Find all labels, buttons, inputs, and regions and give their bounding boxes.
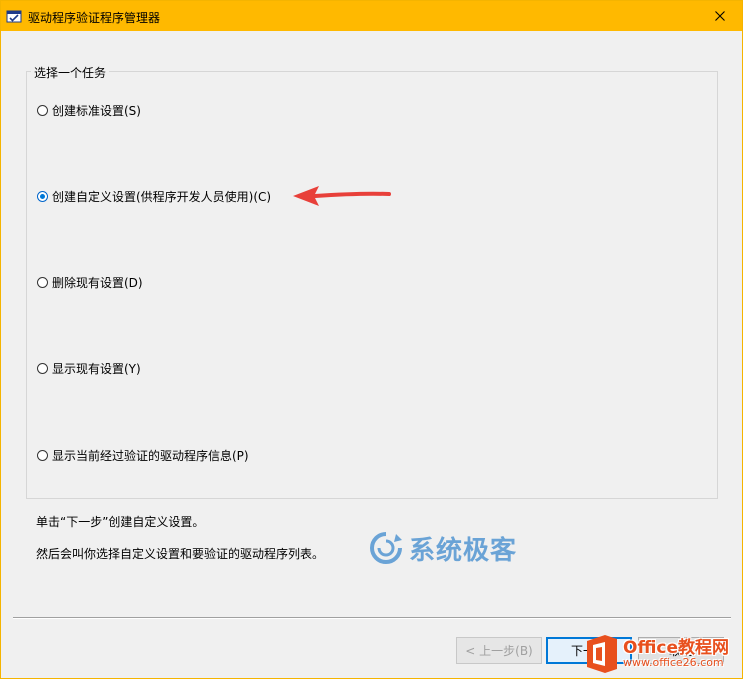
app-icon [6, 10, 22, 23]
close-button[interactable] [697, 1, 742, 31]
title-bar[interactable]: 驱动程序验证程序管理器 [1, 1, 742, 31]
watermark-office: Office教程网 www.office26.com [581, 631, 741, 677]
option-display-driver-info[interactable]: 显示当前经过验证的驱动程序信息(P) [37, 447, 249, 463]
swirl-logo-icon [370, 532, 402, 564]
option-custom-settings[interactable]: 创建自定义设置(供程序开发人员使用)(C) [37, 188, 271, 204]
driver-verifier-window: 驱动程序验证程序管理器 选择一个任务 创建标准设置(S) 创建自定义设置(供程序… [0, 0, 743, 679]
option-label: 删除现有设置(D) [52, 275, 143, 290]
watermark-system: 系统极客 [369, 529, 517, 567]
watermark-office-title: Office教程网 [623, 638, 730, 658]
radio-delete[interactable] [37, 276, 48, 288]
window-title: 驱动程序验证程序管理器 [28, 11, 161, 25]
radio-display[interactable] [37, 362, 48, 374]
option-standard-settings[interactable]: 创建标准设置(S) [37, 102, 141, 118]
office-logo-icon [587, 635, 617, 673]
option-label: 显示当前经过验证的驱动程序信息(P) [52, 448, 249, 463]
close-icon [714, 11, 725, 21]
option-label: 创建标准设置(S) [52, 103, 141, 118]
info-line-2: 然后会叫你选择自定义设置和要验证的驱动程序列表。 [36, 547, 325, 561]
option-label: 创建自定义设置(供程序开发人员使用)(C) [52, 189, 272, 204]
back-button[interactable]: < 上一步(B) [456, 637, 542, 664]
info-line-1: 单击“下一步”创建自定义设置。 [36, 515, 205, 529]
watermark-office-url: www.office26.com [623, 656, 724, 669]
option-display-settings[interactable]: 显示现有设置(Y) [37, 360, 141, 376]
radio-custom[interactable] [37, 190, 48, 202]
red-arrow-icon [293, 186, 391, 206]
watermark-system-text: 系统极客 [409, 535, 518, 566]
radio-driver-info[interactable] [37, 449, 48, 461]
option-label: 显示现有设置(Y) [52, 361, 141, 376]
radio-standard[interactable] [37, 104, 48, 116]
footer-separator [13, 617, 731, 619]
option-delete-settings[interactable]: 删除现有设置(D) [37, 274, 143, 290]
group-legend: 选择一个任务 [31, 64, 110, 81]
